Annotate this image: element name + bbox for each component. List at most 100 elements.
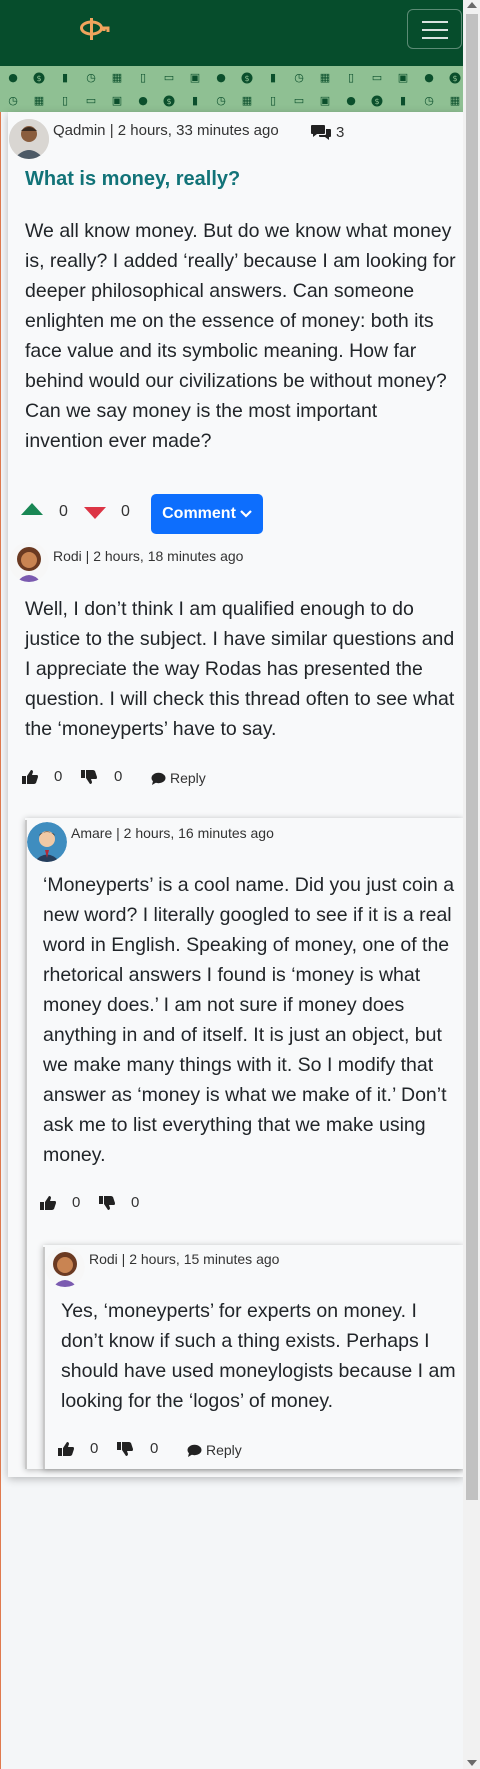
commenter-avatar — [45, 1247, 85, 1287]
thumbs-up-icon[interactable] — [39, 1195, 57, 1211]
money-icon-pattern-banner: ●$▮◷▦▯▭▣●$▮◷▦▯▭▣●$▮ ◷▦▯▭▣●$▮◷▦▯▭▣●$▮◷▦▯ — [0, 66, 463, 112]
top-navbar — [0, 0, 463, 66]
clock-icon: ◷ — [86, 71, 96, 84]
reply-button[interactable]: Reply — [187, 1442, 242, 1458]
post-author[interactable]: Qadmin — [53, 122, 106, 139]
scroll-up-arrow-icon[interactable] — [467, 2, 477, 8]
hamburger-menu-button[interactable] — [407, 9, 462, 49]
reply-label: Reply — [170, 770, 206, 786]
comment-time: 2 hours, 15 minutes ago — [129, 1251, 280, 1267]
post-time: 2 hours, 33 minutes ago — [117, 122, 279, 139]
dislike-count: 0 — [131, 1194, 140, 1211]
comments-count[interactable]: 3 — [310, 123, 344, 141]
dollar-coin-icon: $ — [26, 66, 52, 89]
clock-icon: ◷ — [216, 94, 226, 107]
clock-icon: ◷ — [424, 94, 434, 107]
speech-bubble-icon — [151, 772, 166, 785]
scroll-down-arrow-icon[interactable] — [467, 1760, 477, 1766]
banknote-icon: ▮ — [399, 94, 407, 107]
thumbs-down-icon[interactable] — [80, 769, 98, 785]
banknote-icon: ▮ — [269, 71, 277, 84]
thumbs-up-icon[interactable] — [21, 769, 39, 785]
comment-time: 2 hours, 16 minutes ago — [123, 825, 274, 841]
upvote-button[interactable] — [20, 502, 44, 516]
svg-text:$: $ — [244, 74, 249, 83]
sign-icon: ▣ — [397, 71, 409, 84]
comment-author[interactable]: Amare — [71, 825, 112, 841]
comment-author[interactable]: Rodi — [89, 1251, 118, 1267]
sign-icon: ▣ — [111, 94, 123, 107]
cash-icon: ▭ — [293, 94, 305, 107]
comment-body: ‘Moneyperts’ is a cool name. Did you jus… — [43, 874, 455, 1166]
cash-icon: ▭ — [163, 71, 175, 84]
sign-icon: ▣ — [189, 71, 201, 84]
dollar-coin-icon: $ — [234, 66, 260, 89]
chart-icon: ▦ — [33, 94, 45, 107]
reply-button[interactable]: Reply — [151, 770, 206, 786]
apple-icon: ● — [216, 71, 226, 84]
svg-text:$: $ — [452, 74, 457, 83]
sign-icon: ▣ — [319, 94, 331, 107]
comment-button-label: Comment — [162, 505, 236, 522]
chevron-down-icon — [240, 509, 252, 519]
speech-bubble-icon — [187, 1444, 202, 1457]
apple-icon: ● — [138, 94, 148, 107]
dollar-coin-icon: $ — [442, 66, 463, 89]
page-left-border — [0, 0, 1, 1769]
bag-icon: ▯ — [269, 94, 277, 107]
bag-icon: ▯ — [347, 71, 355, 84]
cash-icon: ▭ — [371, 71, 383, 84]
downvote-button[interactable] — [83, 506, 107, 520]
thread-line — [43, 1247, 45, 1469]
commenter-avatar — [27, 822, 67, 862]
comment-dropdown-button[interactable]: Comment — [151, 494, 263, 534]
comment-author[interactable]: Rodi — [53, 548, 82, 564]
thread-line — [25, 820, 27, 1469]
dislike-count: 0 — [114, 768, 123, 785]
author-avatar — [9, 119, 49, 159]
site-logo[interactable] — [78, 16, 112, 42]
scrollbar-thumb[interactable] — [466, 14, 478, 1500]
post-meta: Qadmin | 2 hours, 33 minutes ago — [53, 122, 279, 139]
post-body: We all know money. But do we know what m… — [25, 220, 456, 452]
apple-icon: ● — [346, 94, 356, 107]
chart-icon: ▦ — [111, 71, 123, 84]
commenter-avatar — [9, 542, 49, 582]
comment-body: Yes, ‘moneyperts’ for experts on money. … — [61, 1300, 456, 1412]
downvote-count: 0 — [121, 503, 130, 520]
comment-body: Well, I don’t think I am qualified enoug… — [25, 598, 455, 740]
clock-icon: ◷ — [8, 94, 18, 107]
svg-text:$: $ — [36, 74, 41, 83]
dislike-count: 0 — [150, 1440, 159, 1457]
dollar-coin-icon: $ — [156, 89, 182, 112]
post-title: What is money, really? — [25, 168, 241, 190]
dollar-coin-icon: $ — [364, 89, 390, 112]
comment-meta: Rodi | 2 hours, 18 minutes ago — [53, 548, 244, 564]
thumbs-up-icon[interactable] — [57, 1441, 75, 1457]
svg-text:$: $ — [166, 97, 171, 106]
like-count: 0 — [54, 768, 63, 785]
chart-icon: ▦ — [319, 71, 331, 84]
apple-icon: ● — [8, 71, 18, 84]
like-count: 0 — [72, 1194, 81, 1211]
comment-time: 2 hours, 18 minutes ago — [93, 548, 244, 564]
comment-meta: Rodi | 2 hours, 15 minutes ago — [89, 1251, 280, 1267]
thumbs-down-icon[interactable] — [116, 1441, 134, 1457]
like-count: 0 — [90, 1440, 99, 1457]
chart-icon: ▦ — [449, 94, 461, 107]
reply-label: Reply — [206, 1442, 242, 1458]
comments-count-value: 3 — [336, 123, 345, 141]
clock-icon: ◷ — [294, 71, 304, 84]
svg-text:$: $ — [374, 97, 379, 106]
bag-icon: ▯ — [61, 94, 69, 107]
cash-icon: ▭ — [85, 94, 97, 107]
comments-icon — [310, 123, 332, 141]
thumbs-down-icon[interactable] — [98, 1195, 116, 1211]
upvote-count: 0 — [59, 503, 68, 520]
apple-icon: ● — [424, 71, 434, 84]
bag-icon: ▯ — [139, 71, 147, 84]
chart-icon: ▦ — [241, 94, 253, 107]
comment-meta: Amare | 2 hours, 16 minutes ago — [71, 825, 274, 841]
vertical-scrollbar[interactable] — [463, 0, 480, 1769]
banknote-icon: ▮ — [61, 71, 69, 84]
